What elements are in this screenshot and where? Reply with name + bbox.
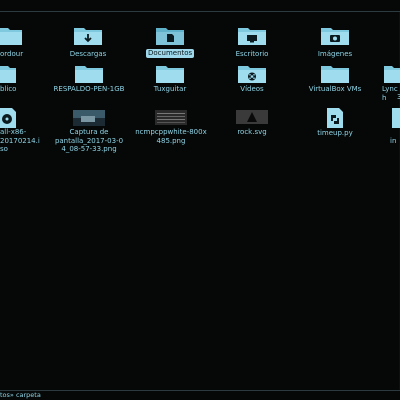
python-script-icon — [327, 108, 343, 128]
disc-image-icon — [0, 108, 16, 128]
file-item-virtualbox[interactable]: VirtualBox VMs — [300, 64, 370, 100]
file-item-documentos[interactable]: Documentos — [140, 26, 200, 62]
file-grid: ordour Descargas Documentos Escritorio I… — [0, 0, 400, 400]
folder-videos-icon — [238, 66, 266, 83]
folder-icon — [156, 66, 184, 83]
file-item-lynch[interactable]: Lynch 3 — [378, 64, 400, 102]
file-label: VirtualBox VMs — [308, 85, 362, 93]
file-item-ncmpcpp[interactable]: ncmpcppwhite-800x 485.png — [132, 108, 210, 158]
file-item-rock[interactable]: rock.svg — [222, 108, 282, 158]
file-item-partial[interactable]: in — [388, 108, 400, 158]
image-thumbnail-icon — [155, 110, 187, 125]
file-label: timeup.py — [317, 129, 353, 137]
file-item-imagenes[interactable]: Imágenes — [305, 26, 365, 62]
file-item-tuxguitar[interactable]: Tuxguitar — [140, 64, 200, 100]
file-label: Descargas — [69, 50, 107, 58]
file-label: rock.svg — [237, 128, 267, 136]
file-label: ordour — [0, 50, 24, 58]
file-label: Tuxguitar — [153, 85, 187, 93]
folder-icon — [321, 66, 349, 83]
folder-documents-icon — [156, 28, 184, 45]
file-label: blico — [0, 85, 17, 93]
folder-icon — [75, 66, 103, 83]
file-item-captura[interactable]: Captura de pantalla_2017-03-0 4_08-57-33… — [48, 108, 130, 158]
file-icon — [392, 108, 400, 128]
svg-thumbnail-icon — [236, 110, 268, 124]
image-thumbnail-icon — [73, 110, 105, 126]
status-bar: tos» carpeta — [0, 391, 41, 399]
file-label: ncmpcppwhite-800x 485.png — [135, 128, 207, 145]
file-label: in — [390, 137, 397, 145]
folder-pictures-icon — [321, 28, 349, 45]
file-label: Vídeos — [240, 85, 264, 93]
file-label: RESPALDO-PEN-1GB — [53, 85, 125, 93]
file-item-descargas[interactable]: Descargas — [58, 26, 118, 62]
file-item-iso[interactable]: all-x86- 20170214.i so — [0, 108, 40, 158]
file-item-publico[interactable]: blico — [0, 64, 30, 100]
file-label: all-x86- 20170214.i so — [0, 128, 40, 153]
file-label: Escritorio — [235, 50, 269, 58]
folder-desktop-icon — [238, 28, 266, 45]
file-label: Imágenes — [317, 50, 353, 58]
folder-icon — [0, 28, 22, 45]
folder-icon — [384, 66, 400, 83]
file-item-videos[interactable]: Vídeos — [222, 64, 282, 100]
folder-download-icon — [74, 28, 102, 45]
file-label: Captura de pantalla_2017-03-0 4_08-57-33… — [54, 128, 124, 153]
file-item-timeup[interactable]: timeup.py — [305, 108, 365, 158]
file-item-respaldo[interactable]: RESPALDO-PEN-1GB — [50, 64, 128, 100]
folder-public-icon — [0, 66, 16, 83]
file-item-ordour[interactable]: ordour — [0, 26, 30, 62]
file-label: Documentos — [146, 49, 195, 58]
file-item-escritorio[interactable]: Escritorio — [222, 26, 282, 62]
